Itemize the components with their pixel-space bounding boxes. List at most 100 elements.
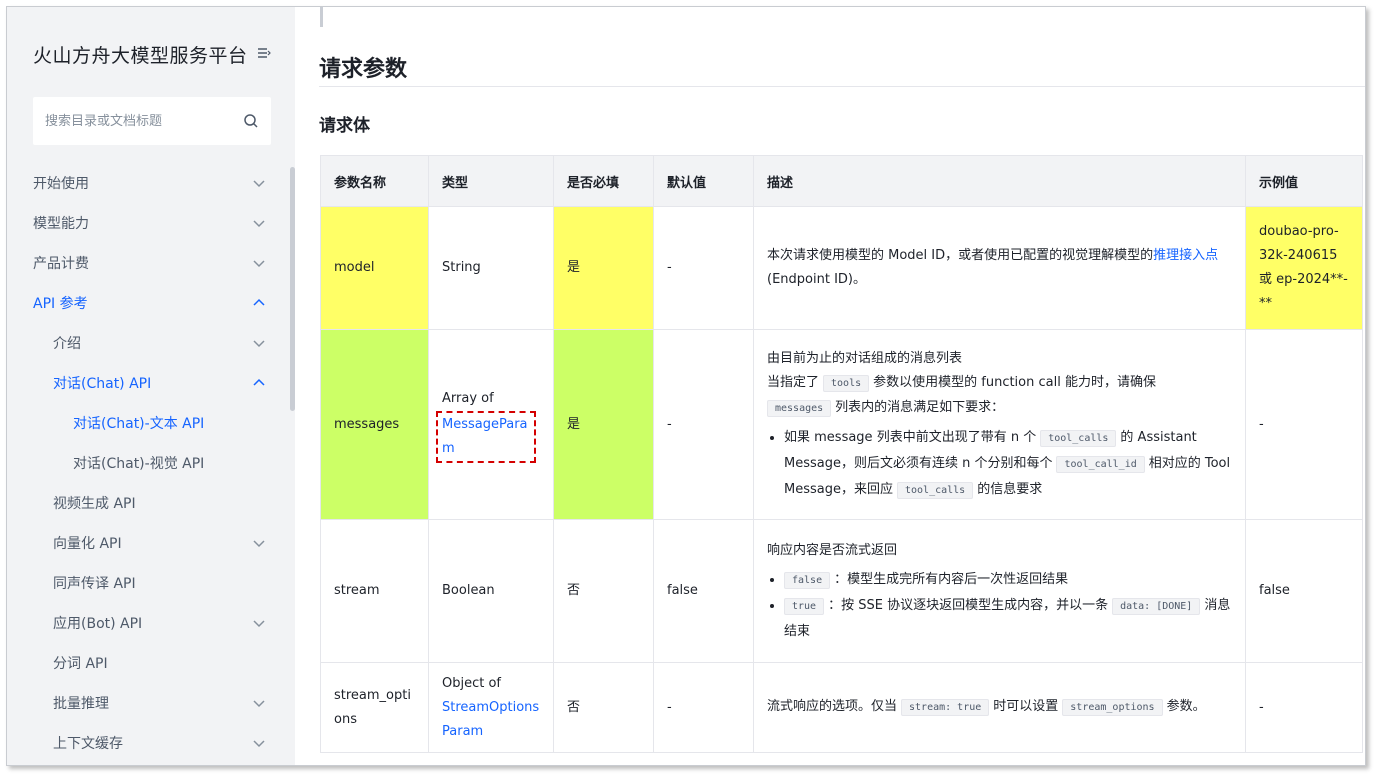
- type-prefix: Array of: [442, 390, 494, 406]
- chevron-up-icon: [253, 298, 265, 306]
- sidebar-item-batch-inference[interactable]: 批量推理: [7, 683, 295, 723]
- table-row: messages Array of MessageParam 是 - 由目前为止…: [320, 329, 1363, 520]
- param-example: false: [1245, 519, 1363, 663]
- chevron-down-icon: [253, 700, 265, 708]
- desc-text: ：模型生成完所有内容后一次性返回结果: [834, 571, 1069, 587]
- param-default: -: [653, 329, 754, 520]
- sidebar-item-label: 视频生成 API: [53, 496, 136, 512]
- message-param-link[interactable]: MessageParam: [442, 413, 530, 461]
- desc-line: 由目前为止的对话组成的消息列表: [767, 350, 963, 366]
- param-type: Array of MessageParam: [428, 329, 554, 520]
- desc-text: 参数以使用模型的 function call 能力时，请确保: [873, 374, 1156, 390]
- param-description: 由目前为止的对话组成的消息列表 当指定了 tools 参数以使用模型的 functi…: [753, 329, 1246, 520]
- param-required: 是: [553, 329, 654, 520]
- sidebar-item-intro[interactable]: 介绍: [7, 323, 295, 363]
- inline-code: tool_calls: [896, 481, 974, 499]
- chevron-down-icon: [253, 340, 265, 348]
- section-title: 请求参数: [319, 57, 408, 82]
- desc-text: 本次请求使用模型的 Model ID，或者使用已配置的视觉理解模型的: [767, 248, 1154, 263]
- sidebar-item-label: 开始使用: [33, 176, 89, 192]
- param-type: String: [428, 206, 554, 330]
- param-name: stream: [320, 519, 429, 663]
- param-default: false: [653, 519, 754, 663]
- table-header-row: 参数名称 类型 是否必填 默认值 描述 示例值: [320, 155, 1363, 207]
- desc-text: 流式响应的选项。仅当: [767, 699, 898, 714]
- inline-code: tool_calls: [1040, 429, 1117, 447]
- param-type: Boolean: [428, 519, 554, 663]
- desc-line: 响应内容是否流式返回: [767, 542, 898, 558]
- sidebar-item-chat-vision-api[interactable]: 对话(Chat)-视觉 API: [7, 443, 295, 483]
- param-default: -: [653, 662, 754, 753]
- sidebar-item-model-capability[interactable]: 模型能力: [7, 203, 295, 243]
- inline-code: messages: [767, 399, 832, 417]
- list-item: true ：按 SSE 协议逐块返回模型生成内容，并以一条 data: [DONE]…: [767, 593, 1232, 644]
- column-header: 参数名称: [320, 155, 429, 207]
- search-box: [33, 97, 271, 145]
- inline-code: stream_options: [1062, 699, 1163, 716]
- sidebar-item-embedding-api[interactable]: 向量化 API: [7, 523, 295, 563]
- inline-code: stream: true: [901, 699, 990, 716]
- sidebar-item-label: 对话(Chat)-视觉 API: [73, 456, 205, 472]
- desc-text: 参数。: [1166, 699, 1206, 714]
- param-example: -: [1245, 329, 1363, 520]
- column-header: 描述: [753, 155, 1246, 207]
- inline-code: tool_call_id: [1056, 455, 1145, 473]
- menu-collapse-icon[interactable]: [257, 46, 271, 60]
- sidebar-item-interpretation-api[interactable]: 同声传译 API: [7, 563, 295, 603]
- param-name: model: [320, 206, 429, 330]
- list-item: false ：模型生成完所有内容后一次性返回结果: [767, 567, 1232, 593]
- desc-line: messages 列表内的消息满足如下要求：: [767, 396, 1232, 421]
- sidebar-item-pricing[interactable]: 产品计费: [7, 243, 295, 283]
- param-description: 响应内容是否流式返回 false ：模型生成完所有内容后一次性返回结果 true：…: [753, 519, 1246, 663]
- chevron-down-icon: [253, 260, 265, 268]
- param-default: -: [653, 206, 754, 330]
- param-description: 流式响应的选项。仅当 stream: true 时可以设置 stream_option…: [753, 662, 1246, 753]
- param-example: doubao-pro-32k-240615 或 ep-2024**-**: [1245, 206, 1363, 330]
- sidebar-item-video-api[interactable]: 视频生成 API: [7, 483, 295, 523]
- sidebar-item-context-cache[interactable]: 上下文缓存: [7, 723, 295, 763]
- sidebar-item-api-reference[interactable]: API 参考: [7, 283, 295, 323]
- stream-options-param-link[interactable]: StreamOptionsParam: [442, 696, 540, 744]
- table-row: stream Boolean 否 false 响应内容是否流式返回 false：…: [320, 519, 1363, 663]
- window-frame: 火山方舟大模型服务平台 开始使用 模型能力 产品计费 API: [6, 6, 1366, 766]
- param-name: stream_options: [320, 662, 429, 753]
- desc-text: 的信息要求: [977, 481, 1043, 497]
- search-input[interactable]: [33, 97, 233, 145]
- desc-text: 列表内的消息满足如下要求：: [835, 399, 1005, 415]
- annotation-box: MessageParam: [436, 410, 536, 463]
- sidebar-item-getting-started[interactable]: 开始使用: [7, 163, 295, 203]
- desc-line: 当指定了 tools 参数以使用模型的 function call 能力时，请确保: [767, 371, 1232, 396]
- sidebar-item-bot-api[interactable]: 应用(Bot) API: [7, 603, 295, 643]
- sidebar-item-label: 同声传译 API: [53, 576, 136, 592]
- divider: [319, 86, 1365, 87]
- table-row: stream_options Object of StreamOptionsPa…: [320, 662, 1363, 753]
- inline-code: true: [784, 597, 825, 615]
- column-header: 是否必填: [553, 155, 654, 207]
- sidebar-item-label: 向量化 API: [53, 536, 122, 552]
- sidebar-item-label: 产品计费: [33, 256, 89, 272]
- endpoint-link[interactable]: 推理接入点: [1153, 248, 1218, 263]
- chevron-down-icon: [253, 620, 265, 628]
- sidebar-item-tokenization-api[interactable]: 分词 API: [7, 643, 295, 683]
- sidebar: 火山方舟大模型服务平台 开始使用 模型能力 产品计费 API: [7, 7, 295, 765]
- brand-title: 火山方舟大模型服务平台: [33, 45, 248, 67]
- sidebar-item-chat-text-api[interactable]: 对话(Chat)-文本 API: [7, 403, 295, 443]
- param-required: 是: [553, 206, 654, 330]
- search-icon[interactable]: [243, 113, 259, 129]
- inline-code: data: [DONE]: [1112, 597, 1201, 615]
- chevron-down-icon: [253, 540, 265, 548]
- bullet-list: false ：模型生成完所有内容后一次性返回结果 true ：按 SSE 协议逐块返…: [767, 567, 1232, 644]
- type-prefix: Object of: [442, 675, 502, 691]
- chevron-down-icon: [253, 740, 265, 748]
- param-type: Object of StreamOptionsParam: [428, 662, 554, 753]
- sidebar-item-label: 分词 API: [53, 656, 108, 672]
- table-row: model String 是 - 本次请求使用模型的 Model ID，或者使用…: [320, 206, 1363, 330]
- column-header: 类型: [428, 155, 554, 207]
- param-example: -: [1245, 662, 1363, 753]
- desc-text: 如果 message 列表中前文出现了带有 n 个: [784, 429, 1037, 445]
- sidebar-item-chat-api[interactable]: 对话(Chat) API: [7, 363, 295, 403]
- param-required: 否: [553, 519, 654, 663]
- desc-text: 当指定了: [767, 374, 820, 390]
- params-table: 参数名称 类型 是否必填 默认值 描述 示例值 model String 是 -…: [320, 155, 1363, 753]
- sidebar-item-label: 对话(Chat) API: [53, 376, 152, 392]
